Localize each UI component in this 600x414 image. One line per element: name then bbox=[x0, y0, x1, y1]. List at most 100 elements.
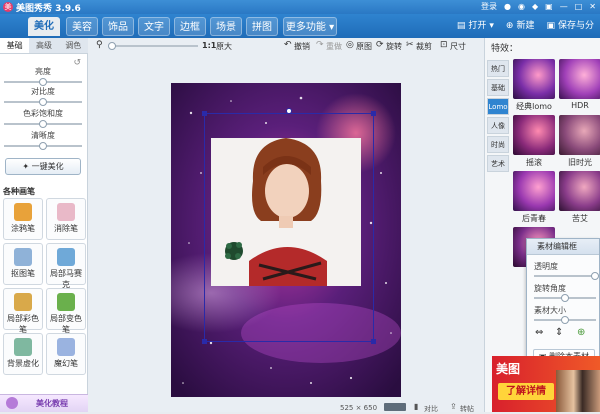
zoom-ratio-button[interactable]: 1:1 bbox=[202, 41, 216, 50]
effect-thumb-classic-lomo[interactable] bbox=[513, 59, 555, 99]
background-blur-label: 背景虚化 bbox=[7, 359, 39, 368]
close-button[interactable]: ✕ bbox=[589, 2, 596, 11]
effect-thumb-absinthe[interactable] bbox=[559, 171, 600, 211]
tab-beautify[interactable]: 美化 bbox=[28, 17, 60, 36]
rotate-handle[interactable] bbox=[286, 108, 292, 114]
skin-icon[interactable]: ◆ bbox=[532, 2, 538, 11]
local-color-brush-button[interactable]: 局部彩色笔 bbox=[3, 288, 43, 334]
cutout-brush-button[interactable]: 抠图笔 bbox=[3, 243, 43, 285]
subtab-basic[interactable]: 基础 bbox=[0, 38, 30, 53]
left-panel: 基础 高级 调色 ↺ 亮度 对比度 色彩饱和度 清晰度 ✦ 一键美化 各种画笔 … bbox=[0, 38, 88, 412]
contrast-slider[interactable]: 对比度 bbox=[4, 86, 82, 106]
mosaic-brush-button[interactable]: 局部马赛克 bbox=[46, 243, 86, 289]
magic-brush-icon bbox=[57, 338, 75, 356]
ad-learn-more-button[interactable]: 了解详情 bbox=[498, 383, 554, 400]
copy-material-icon[interactable]: ⊕ bbox=[577, 327, 585, 338]
vtab-portrait[interactable]: 人像 bbox=[487, 117, 509, 134]
undo-button[interactable]: 撤销 bbox=[294, 41, 310, 52]
recolor-icon bbox=[57, 293, 75, 311]
tab-scene[interactable]: 场景 bbox=[210, 17, 242, 36]
open-button[interactable]: ▤ 打开 ▾ bbox=[453, 18, 498, 34]
effect-thumb-post-youth[interactable] bbox=[513, 171, 555, 211]
original-size-button[interactable]: 原大 bbox=[216, 41, 232, 52]
eraser-brush-button[interactable]: 消除笔 bbox=[46, 198, 86, 240]
rotation-knob[interactable] bbox=[561, 294, 569, 302]
zoom-slider[interactable] bbox=[108, 42, 198, 50]
compare-icon: ▮ bbox=[414, 402, 419, 411]
vtab-hot[interactable]: 热门 bbox=[487, 60, 509, 77]
tab-accessories[interactable]: 饰品 bbox=[102, 17, 134, 36]
vtab-fashion[interactable]: 时尚 bbox=[487, 136, 509, 153]
rotation-angle-slider[interactable] bbox=[534, 294, 596, 302]
tab-border[interactable]: 边框 bbox=[174, 17, 206, 36]
rotate-icon: ⟳ bbox=[376, 40, 384, 50]
tab-text[interactable]: 文字 bbox=[138, 17, 170, 36]
effect-thumb-old-times[interactable] bbox=[559, 115, 600, 155]
brightness-slider[interactable]: 亮度 bbox=[4, 66, 82, 86]
effects-title: 特效： bbox=[491, 44, 519, 54]
login-link[interactable]: 登录 bbox=[481, 1, 497, 12]
resize-handle-tl[interactable] bbox=[202, 111, 207, 116]
maximize-button[interactable]: □ bbox=[575, 2, 583, 11]
minimize-button[interactable]: — bbox=[560, 2, 568, 11]
color-brush-icon bbox=[14, 293, 32, 311]
more-features-button[interactable]: 更多功能 ▾ bbox=[283, 17, 337, 36]
sharpness-label: 清晰度 bbox=[31, 131, 55, 140]
redo-button[interactable]: 重做 bbox=[326, 41, 342, 52]
saturation-slider[interactable]: 色彩饱和度 bbox=[4, 108, 82, 128]
tutorial-bar[interactable]: 美化教程 bbox=[0, 394, 88, 412]
subtab-advanced[interactable]: 高级 bbox=[29, 38, 58, 53]
new-button[interactable]: ⊕ 新建 bbox=[502, 18, 539, 34]
qq-icon[interactable]: ● bbox=[504, 2, 511, 11]
vtab-basic[interactable]: 基础 bbox=[487, 79, 509, 96]
message-icon[interactable]: ▣ bbox=[545, 2, 553, 11]
effect-label-classic-lomo: 经典lomo bbox=[516, 102, 552, 111]
crop-button[interactable]: 裁剪 bbox=[416, 41, 432, 52]
resize-handle-tr[interactable] bbox=[371, 111, 376, 116]
background-blur-button[interactable]: 背景虚化 bbox=[3, 333, 43, 375]
sharpness-knob[interactable] bbox=[39, 142, 47, 150]
resize-icon: ⊡ bbox=[440, 40, 448, 50]
subtab-color[interactable]: 调色 bbox=[59, 38, 88, 53]
brightness-knob[interactable] bbox=[39, 78, 47, 86]
resize-button[interactable]: 尺寸 bbox=[450, 41, 466, 52]
ad-brand: 美图 bbox=[496, 362, 521, 376]
one-key-beautify-button[interactable]: ✦ 一键美化 bbox=[5, 158, 81, 175]
doodle-brush-button[interactable]: 涂鸦笔 bbox=[3, 198, 43, 240]
cutout-icon bbox=[14, 248, 32, 266]
tutorial-icon bbox=[6, 397, 18, 409]
ad-portrait-image bbox=[556, 370, 600, 412]
flip-vertical-icon[interactable]: ⇕ bbox=[555, 327, 563, 338]
effect-thumb-rock[interactable] bbox=[513, 115, 555, 155]
tab-collage[interactable]: 拼图 bbox=[246, 17, 278, 36]
magic-brush-label: 魔幻笔 bbox=[54, 359, 78, 368]
local-color-brush-label: 局部彩色笔 bbox=[7, 314, 39, 334]
original-image-button[interactable]: 原图 bbox=[356, 41, 372, 52]
material-size-slider[interactable] bbox=[534, 316, 596, 324]
effect-thumb-hdr[interactable] bbox=[559, 59, 600, 99]
opacity-knob[interactable] bbox=[591, 272, 599, 280]
tab-beauty[interactable]: 美容 bbox=[66, 17, 98, 36]
material-selection-box[interactable] bbox=[202, 108, 376, 344]
share-button[interactable]: 转帖 bbox=[460, 404, 474, 414]
saturation-knob[interactable] bbox=[39, 120, 47, 128]
save-size-icon[interactable] bbox=[384, 403, 406, 411]
vtab-art[interactable]: 艺术 bbox=[487, 155, 509, 172]
save-label: 保存与分 bbox=[557, 21, 594, 31]
opacity-slider[interactable] bbox=[534, 272, 599, 280]
resize-handle-bl[interactable] bbox=[202, 339, 207, 344]
compare-button[interactable]: 对比 bbox=[424, 404, 438, 414]
save-button[interactable]: ▣ 保存与分 bbox=[542, 18, 598, 34]
recolor-brush-button[interactable]: 局部变色笔 bbox=[46, 288, 86, 334]
sharpness-slider[interactable]: 清晰度 bbox=[4, 130, 82, 150]
size-knob[interactable] bbox=[561, 316, 569, 324]
weibo-icon[interactable]: ◉ bbox=[518, 2, 525, 11]
zoom-knob[interactable] bbox=[108, 42, 116, 50]
resize-handle-br[interactable] bbox=[371, 339, 376, 344]
rotate-button[interactable]: 旋转 bbox=[386, 41, 402, 52]
ad-banner[interactable]: 美图 了解详情 bbox=[492, 356, 600, 412]
vtab-lomo[interactable]: Lomo bbox=[487, 98, 509, 115]
flip-horizontal-icon[interactable]: ⇔ bbox=[535, 327, 543, 338]
contrast-knob[interactable] bbox=[39, 98, 47, 106]
magic-brush-button[interactable]: 魔幻笔 bbox=[46, 333, 86, 375]
